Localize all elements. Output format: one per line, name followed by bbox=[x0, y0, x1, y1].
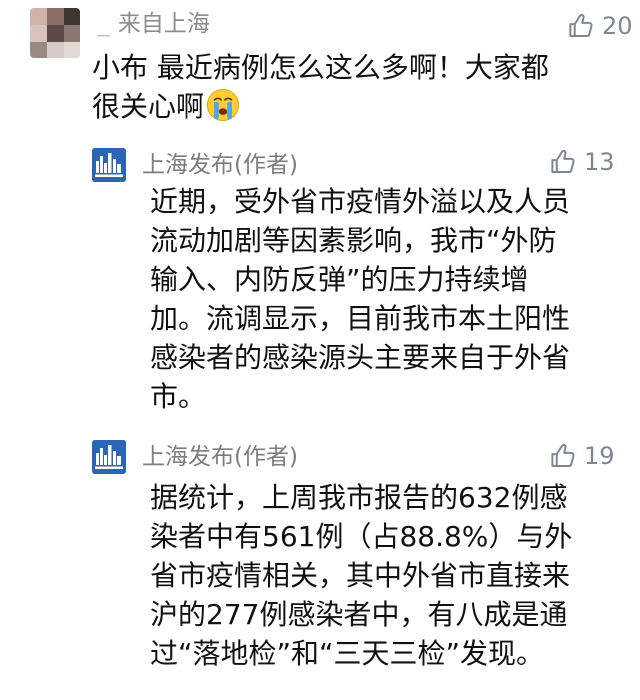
reply-text: 近期，受外省市疫情外溢以及人员 流动加剧等因素影响，我市“外防 输入、内防反弹”… bbox=[150, 182, 590, 416]
like-button[interactable]: 19 bbox=[548, 439, 615, 473]
city-skyline-icon bbox=[92, 148, 126, 182]
comment-text: 小布 最近病例怎么这么多啊！大家都 很关心啊 bbox=[92, 48, 592, 126]
reply-line: 近期，受外省市疫情外溢以及人员 bbox=[150, 185, 571, 218]
user-avatar[interactable] bbox=[30, 8, 80, 58]
comment-line: 很关心啊 bbox=[92, 90, 205, 123]
user-comment: _ 来自上海 20 小布 最近病例怎么这么多啊！大家都 很关心啊 bbox=[0, 0, 640, 140]
author-prefix: _ bbox=[98, 11, 111, 37]
reply-author[interactable]: 上海发布(作者) bbox=[142, 151, 298, 179]
reply-line: 加。流调显示，目前我市本土阳性 bbox=[150, 302, 571, 335]
reply-line: 输入、内防反弹”的压力持续增 bbox=[150, 263, 529, 296]
reply-line: 据统计，上周我市报告的632例感 bbox=[150, 481, 568, 514]
org-avatar[interactable] bbox=[92, 148, 126, 182]
reply-line: 感染者的感染源头主要来自于外省 bbox=[150, 341, 571, 374]
reply-line: 过“落地检”和“三天三检”发现。 bbox=[150, 637, 545, 670]
org-avatar[interactable] bbox=[92, 440, 126, 474]
city-skyline-icon bbox=[92, 440, 126, 474]
author-name: 来自上海 bbox=[117, 11, 210, 37]
reply-line: 省市疫情相关，其中外省市直接来 bbox=[150, 559, 571, 592]
reply-text: 据统计，上周我市报告的632例感 染者中有561例（占88.8%）与外 省市疫情… bbox=[150, 478, 590, 673]
thumbs-up-icon bbox=[548, 147, 578, 177]
like-count: 19 bbox=[584, 442, 615, 470]
like-count: 13 bbox=[584, 148, 615, 176]
reply-line: 染者中有561例（占88.8%）与外 bbox=[150, 520, 573, 553]
comment-author[interactable]: _ 来自上海 bbox=[98, 10, 210, 38]
reply-line: 沪的277例感染者中，有八成是通 bbox=[150, 598, 568, 631]
reply-author[interactable]: 上海发布(作者) bbox=[142, 443, 298, 471]
author-reply: 上海发布(作者) 13 近期，受外省市疫情外溢以及人员 流动加剧等因素影响，我市… bbox=[0, 140, 640, 430]
like-button[interactable]: 13 bbox=[548, 145, 615, 179]
author-reply: 上海发布(作者) 19 据统计，上周我市报告的632例感 染者中有561例（占8… bbox=[0, 430, 640, 700]
comment-line: 小布 最近病例怎么这么多啊！大家都 bbox=[92, 51, 549, 84]
comment-line-with-emoji: 很关心啊 bbox=[92, 87, 592, 126]
like-count: 20 bbox=[602, 12, 633, 40]
reply-line: 市。 bbox=[150, 380, 207, 413]
like-button[interactable]: 20 bbox=[566, 9, 633, 43]
thumbs-up-icon bbox=[548, 441, 578, 471]
reply-line: 流动加剧等因素影响，我市“外防 bbox=[150, 224, 557, 257]
thumbs-up-icon bbox=[566, 11, 596, 41]
crying-face-emoji-icon bbox=[206, 88, 240, 122]
